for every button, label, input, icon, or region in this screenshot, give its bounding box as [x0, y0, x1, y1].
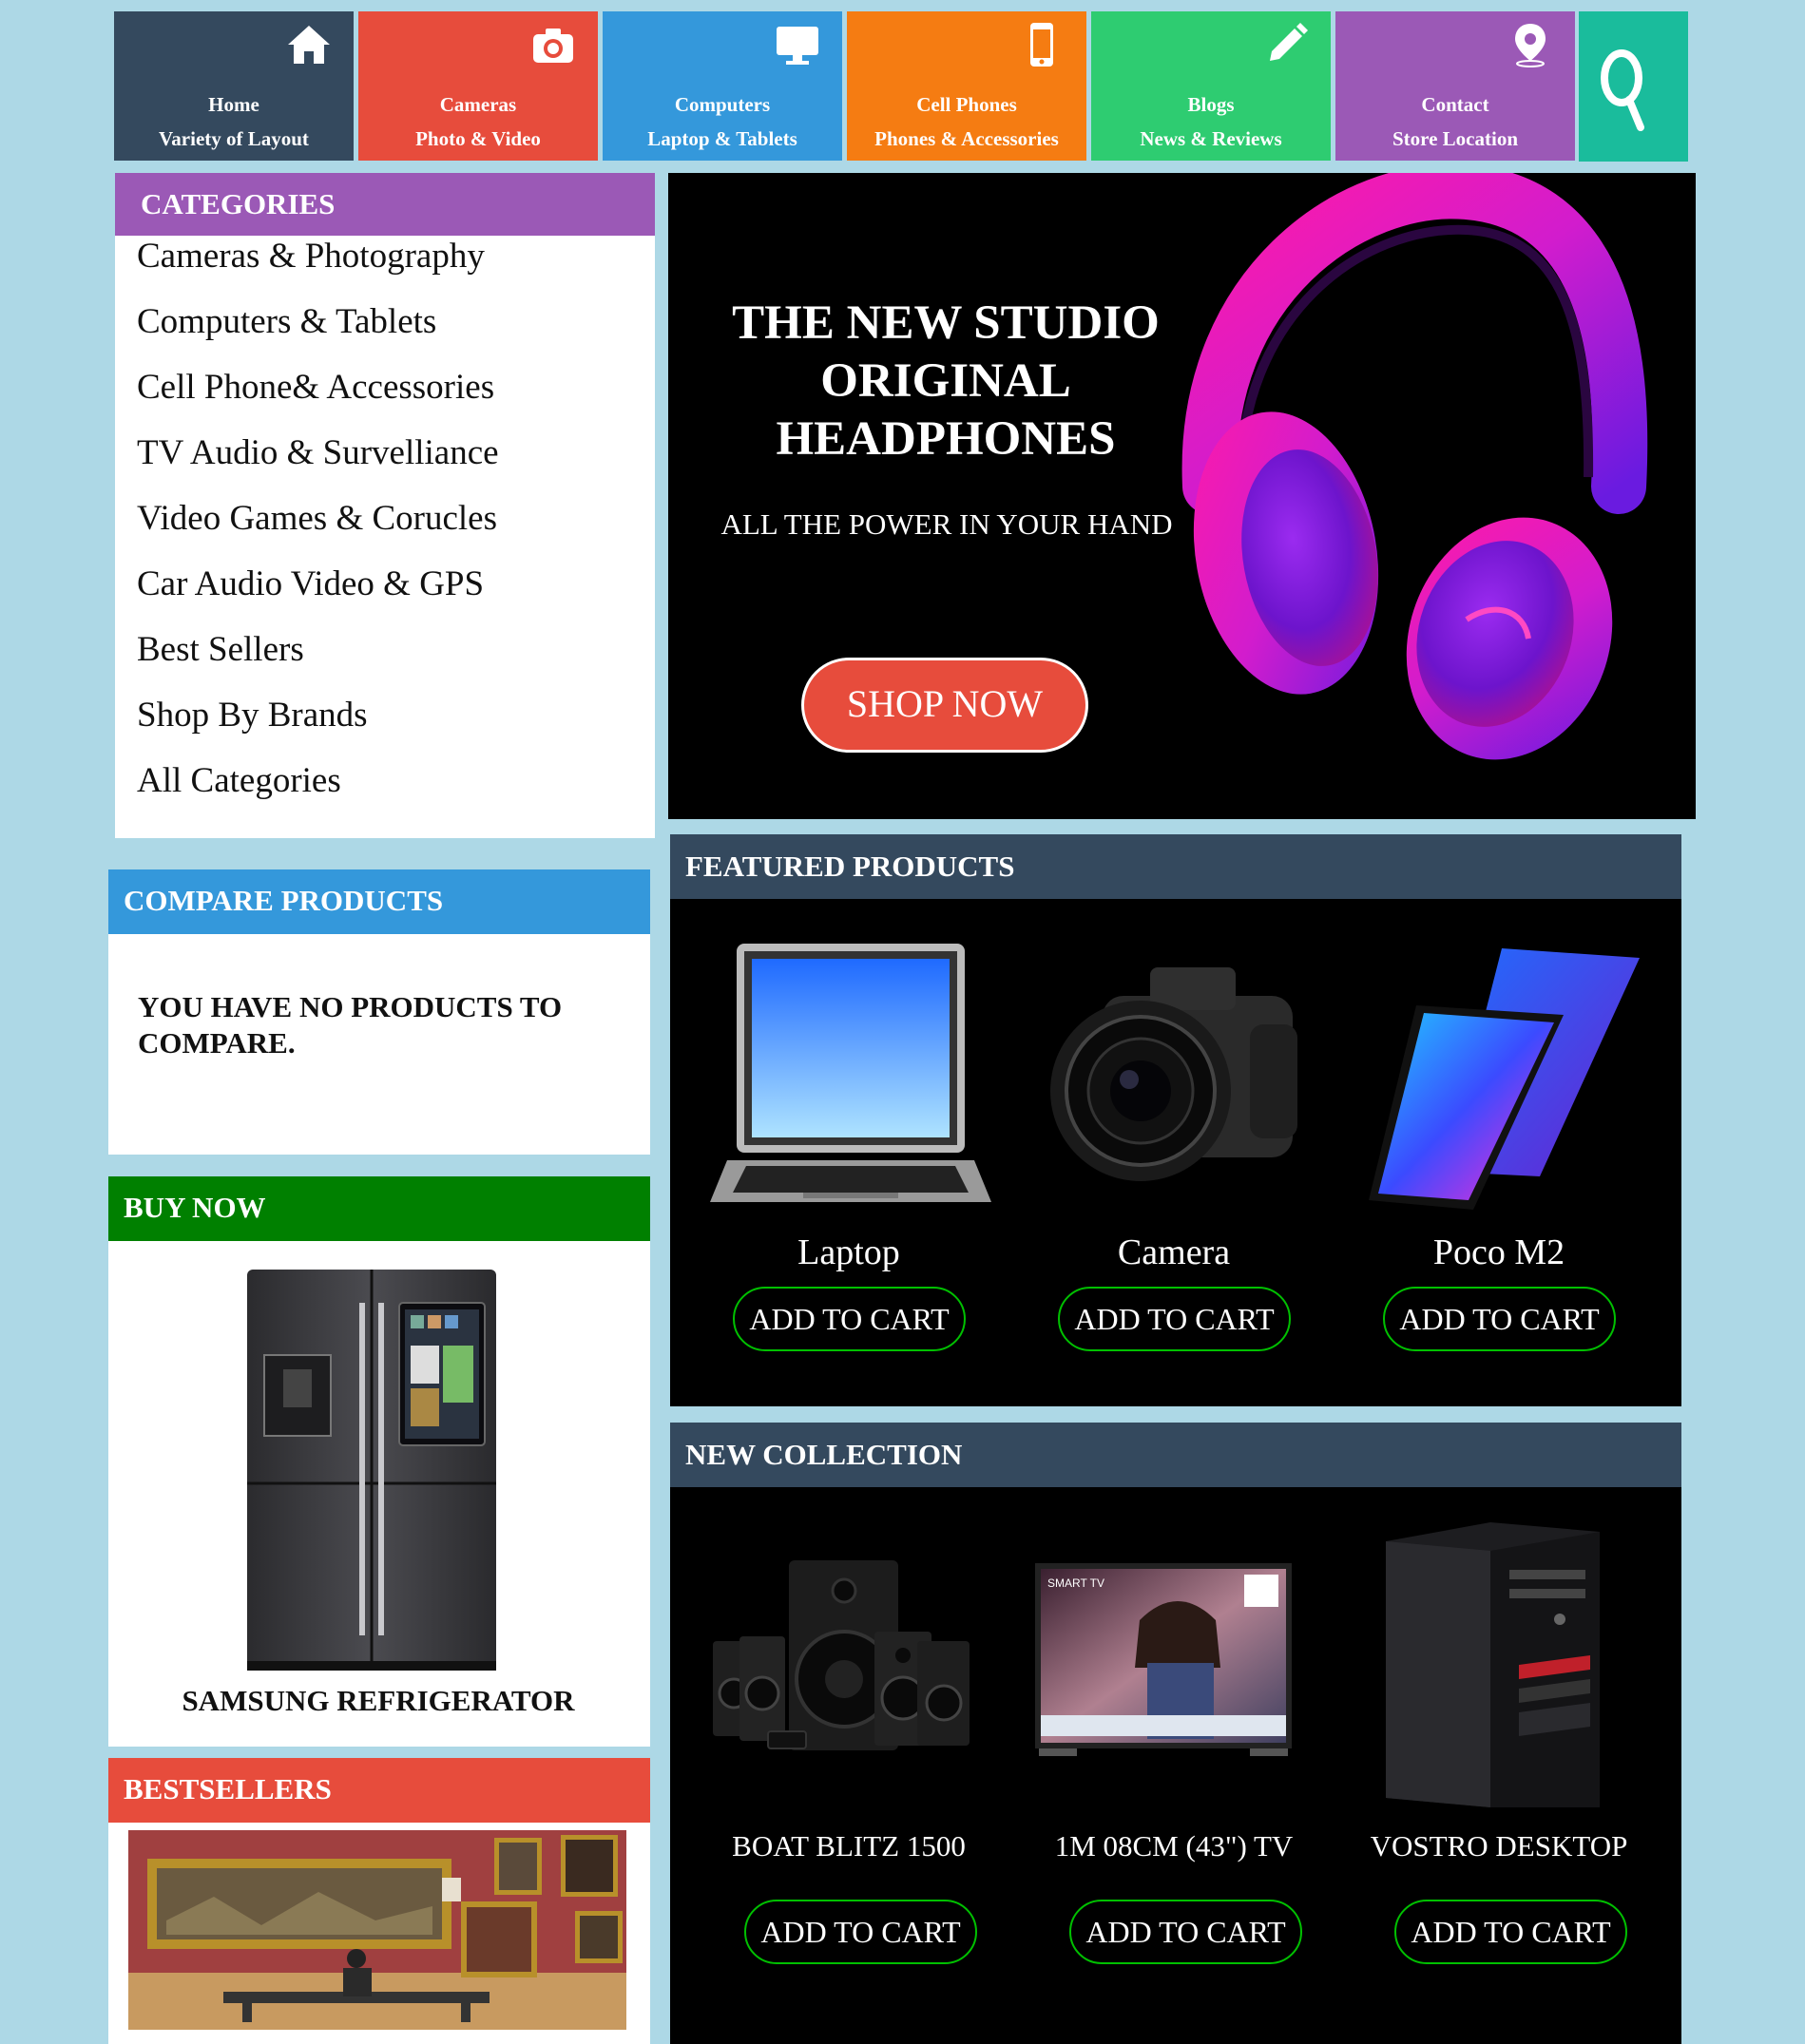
new-collection-heading: NEW COLLECTION [670, 1423, 1681, 1487]
nav-title: Home [208, 93, 259, 116]
buy-now-caption: SAMSUNG REFRIGERATOR [182, 1684, 575, 1717]
phone-icon [1030, 23, 1053, 67]
nav-subtitle: Phones & Accessories [874, 127, 1059, 150]
bestsellers-heading: BESTSELLERS [108, 1758, 650, 1823]
product-name: Poco M2 [1432, 1232, 1565, 1272]
pencil-icon [1270, 23, 1308, 61]
product-name: VOSTRO DESKTOP [1370, 1829, 1628, 1863]
search-icon [1601, 49, 1644, 131]
buy-now-heading: BUY NOW [108, 1176, 650, 1241]
product-name: Laptop [797, 1232, 900, 1272]
nav-subtitle: Photo & Video [415, 127, 541, 150]
nav-title: Computers [674, 93, 771, 116]
tv-image[interactable] [1035, 1563, 1292, 1763]
category-item[interactable]: Best Sellers [137, 629, 304, 670]
laptop-image[interactable] [708, 944, 993, 1219]
headphones-image [1181, 173, 1648, 760]
monitor-icon [777, 27, 818, 65]
nav-cameras[interactable]: Cameras Photo & Video [358, 11, 598, 161]
nav-computers[interactable]: Computers Laptop & Tablets [603, 11, 842, 161]
gallery-image[interactable] [128, 1830, 626, 2030]
nav-subtitle: Laptop & Tablets [647, 127, 797, 150]
location-pin-icon [1515, 24, 1546, 67]
product-name: Camera [1117, 1232, 1231, 1272]
add-to-cart-button[interactable]: ADD TO CART [744, 1900, 977, 1964]
nav-home[interactable]: Home Variety of Layout [114, 11, 354, 161]
hero-banner: THE NEW STUDIO ORIGINAL HEADPHONES ALL T… [668, 173, 1696, 819]
categories-heading: CATEGORIES [115, 173, 655, 236]
category-item[interactable]: Video Games & Corucles [137, 498, 497, 539]
featured-products-section: FEATURED PRODUCTS Laptop ADD TO CART Cam… [670, 834, 1681, 1406]
camera-image[interactable] [1046, 967, 1302, 1195]
phone-image[interactable] [1359, 948, 1644, 1214]
category-item[interactable]: Car Audio Video & GPS [137, 564, 484, 604]
featured-products-heading: FEATURED PRODUCTS [670, 834, 1681, 899]
hero-title: THE NEW STUDIO ORIGINAL HEADPHONES [732, 296, 1160, 466]
nav-title: Cameras [439, 93, 517, 116]
hero-subtitle: ALL THE POWER IN YOUR HAND [720, 507, 1173, 541]
nav-subtitle: Variety of Layout [159, 127, 309, 150]
category-item[interactable]: All Categories [137, 760, 341, 801]
camera-icon [533, 29, 573, 63]
shop-now-button[interactable]: SHOP NOW [801, 658, 1088, 753]
nav-contact[interactable]: Contact Store Location [1335, 11, 1575, 161]
category-item[interactable]: TV Audio & Survelliance [137, 432, 499, 473]
new-collection-section: NEW COLLECTION BOAT BLITZ 1500 ADD TO CA… [670, 1423, 1681, 2044]
add-to-cart-button[interactable]: ADD TO CART [1069, 1900, 1302, 1964]
nav-cell-phones[interactable]: Cell Phones Phones & Accessories [847, 11, 1086, 161]
search-button[interactable] [1579, 11, 1688, 162]
speakers-image[interactable] [713, 1560, 970, 1760]
add-to-cart-button[interactable]: ADD TO CART [733, 1287, 966, 1351]
nav-subtitle: News & Reviews [1140, 127, 1282, 150]
home-icon [288, 26, 330, 64]
category-item[interactable]: Shop By Brands [137, 695, 368, 735]
add-to-cart-button[interactable]: ADD TO CART [1394, 1900, 1627, 1964]
product-name: 1M 08CM (43") TV [1054, 1829, 1294, 1863]
compare-empty-message: YOU HAVE NO PRODUCTS TO COMPARE. [138, 990, 563, 1060]
add-to-cart-button[interactable]: ADD TO CART [1058, 1287, 1291, 1351]
nav-blogs[interactable]: Blogs News & Reviews [1091, 11, 1331, 161]
nav-title: Contact [1421, 93, 1489, 116]
refrigerator-image[interactable] [247, 1270, 496, 1672]
category-item[interactable]: Cell Phone& Accessories [137, 367, 494, 408]
tv-smart-label: SMART TV [1047, 1576, 1105, 1590]
nav-title: Cell Phones [916, 93, 1017, 116]
category-item[interactable]: Computers & Tablets [137, 301, 436, 342]
category-item[interactable]: Cameras & Photography [137, 236, 485, 277]
nav-title: Blogs [1187, 93, 1235, 116]
nav-subtitle: Store Location [1392, 127, 1519, 150]
add-to-cart-button[interactable]: ADD TO CART [1383, 1287, 1616, 1351]
desktop-tower-image[interactable] [1376, 1522, 1604, 1807]
product-name: BOAT BLITZ 1500 [732, 1829, 966, 1863]
compare-heading: COMPARE PRODUCTS [108, 869, 650, 934]
